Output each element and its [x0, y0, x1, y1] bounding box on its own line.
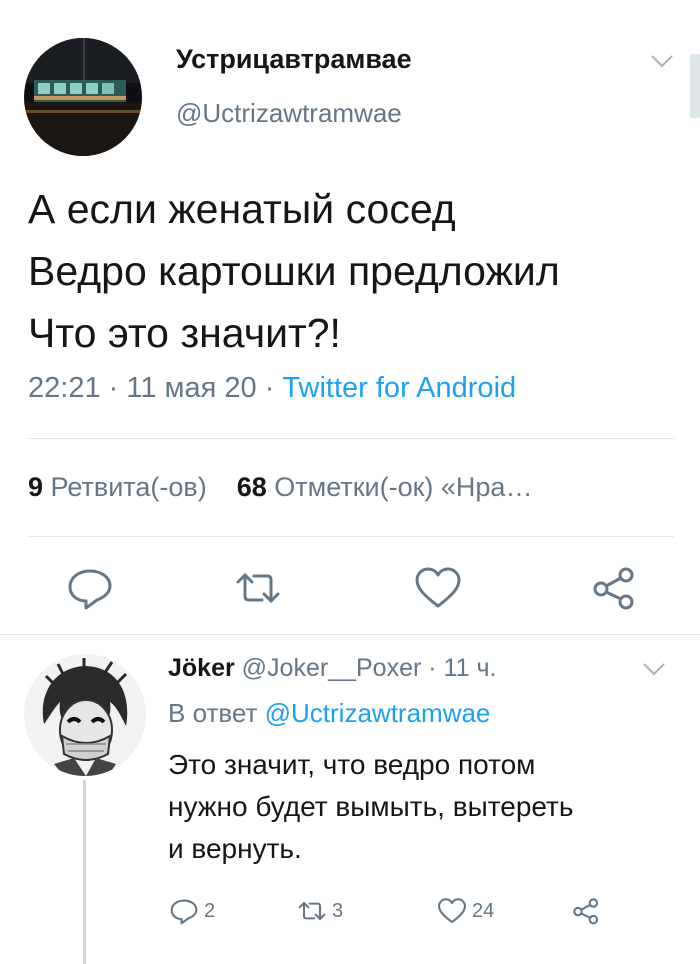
- reply-icon[interactable]: [64, 562, 116, 614]
- reply-author-name[interactable]: Jöker: [168, 654, 235, 682]
- meta-separator: ·: [108, 372, 119, 404]
- tweet-meta: 22:21 · 11 мая 20 · Twitter for Android: [28, 372, 516, 405]
- author-avatar[interactable]: [24, 38, 142, 156]
- divider: [0, 634, 700, 635]
- reply-time[interactable]: 11 ч.: [444, 654, 497, 682]
- like-icon: [436, 895, 468, 927]
- likes-stat[interactable]: 68 Отметки(-ок) «Нра…: [237, 472, 533, 502]
- reply-to-line: В ответ @Uctrizawtramwae: [168, 698, 490, 729]
- divider: [28, 536, 674, 537]
- tweet-stats: 9 Ретвита(-ов) 68 Отметки(-ок) «Нра…: [28, 472, 532, 503]
- chevron-down-icon[interactable]: [642, 662, 666, 676]
- reply-reply-button[interactable]: 2: [168, 894, 215, 928]
- divider: [28, 438, 674, 439]
- reply-header: Jöker @Joker__Poxer · 11 ч.: [168, 654, 496, 683]
- retweet-icon: [296, 895, 328, 927]
- reply-author-avatar[interactable]: [24, 654, 146, 776]
- thread-line: [83, 780, 86, 964]
- reply-share-button[interactable]: [570, 894, 602, 928]
- retweet-count: 3: [332, 899, 344, 922]
- reply-to-label: В ответ: [168, 698, 258, 728]
- like-icon[interactable]: [412, 562, 464, 614]
- chevron-down-icon[interactable]: [650, 54, 674, 68]
- meta-separator: ·: [428, 654, 437, 682]
- reply-like-button[interactable]: 24: [436, 894, 494, 928]
- share-icon: [570, 895, 602, 927]
- reply-to-mention[interactable]: @Uctrizawtramwae: [265, 698, 491, 728]
- reply-icon: [168, 895, 200, 927]
- author-handle[interactable]: @Uctrizawtramwae: [176, 98, 402, 129]
- reply-retweet-button[interactable]: 3: [296, 894, 343, 928]
- tweet-time: 22:21: [28, 372, 101, 404]
- share-icon[interactable]: [588, 562, 640, 614]
- meta-separator: ·: [264, 372, 275, 404]
- reply-text: Это значит, что ведро потом нужно будет …: [168, 749, 574, 864]
- retweets-stat[interactable]: 9 Ретвита(-ов): [28, 472, 207, 502]
- retweets-label: Ретвита(-ов): [50, 472, 207, 502]
- reply-author-handle[interactable]: @Joker__Poxer: [242, 654, 422, 682]
- likes-count: 68: [236, 472, 267, 502]
- author-display-name[interactable]: Устрицавтрамвае: [176, 44, 412, 75]
- tweet-source-link[interactable]: Twitter for Android: [282, 372, 516, 404]
- tweet-text: А если женатый сосед Ведро картошки пред…: [28, 186, 560, 356]
- scrollbar[interactable]: [690, 54, 700, 118]
- like-count: 24: [472, 899, 495, 922]
- likes-label: Отметки(-ок) «Нра…: [274, 472, 533, 502]
- reply-count: 2: [204, 899, 216, 922]
- tweet-date: 11 мая 20: [126, 372, 257, 404]
- retweet-icon[interactable]: [232, 562, 284, 614]
- retweets-count: 9: [28, 472, 44, 502]
